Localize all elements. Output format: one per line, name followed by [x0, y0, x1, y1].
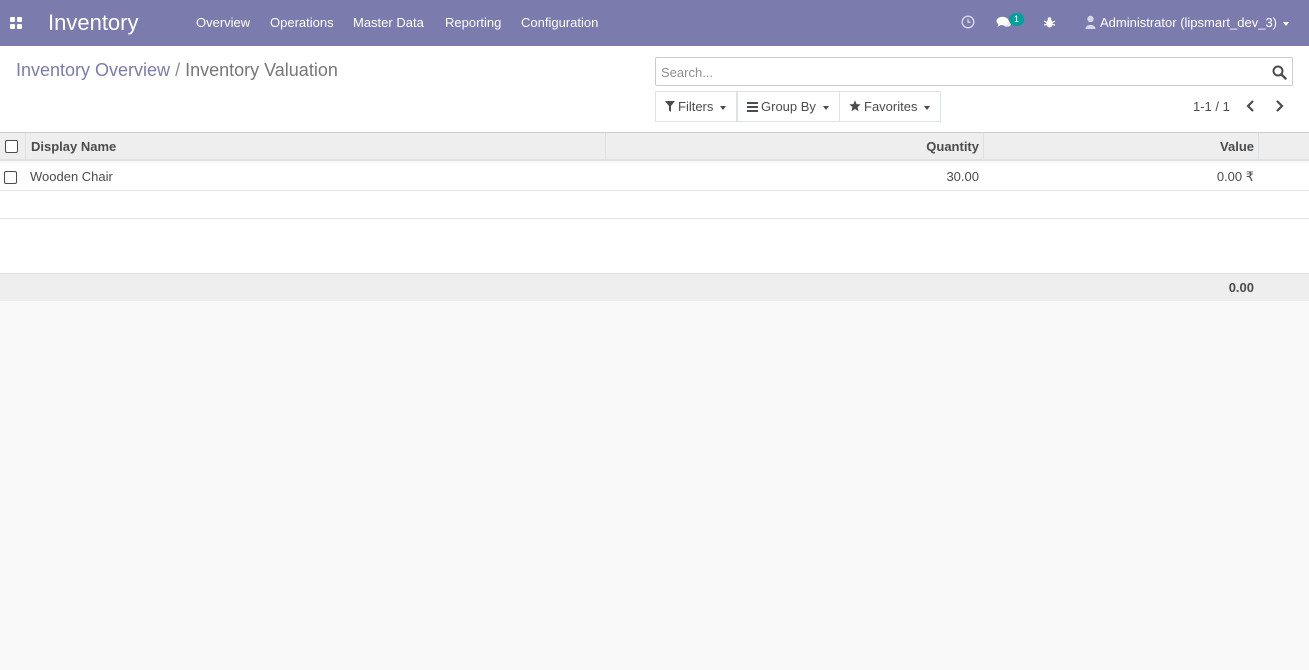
empty-row	[0, 191, 1309, 219]
footer-total-value: 0.00	[1228, 280, 1254, 295]
group-by-label: Group By	[761, 99, 816, 114]
column-header-quantity[interactable]: Quantity	[606, 133, 979, 161]
empty-row	[0, 246, 1309, 274]
empty-row	[0, 219, 1309, 247]
breadcrumb-parent-link[interactable]: Inventory Overview	[16, 60, 170, 80]
control-panel: Inventory Overview/Inventory Valuation F…	[0, 46, 1309, 133]
search-box	[655, 57, 1293, 86]
select-all-checkbox[interactable]	[5, 140, 18, 153]
user-avatar-icon	[1085, 15, 1096, 29]
column-header-value[interactable]: Value	[984, 133, 1254, 161]
pager-next-chevron-icon[interactable]	[1272, 98, 1286, 114]
menu-configuration[interactable]: Configuration	[521, 15, 598, 31]
menu-master-data[interactable]: Master Data	[353, 15, 424, 31]
menu-operations[interactable]: Operations	[270, 15, 334, 31]
pager-value[interactable]: 1-1 / 1	[1193, 99, 1230, 115]
group-by-button[interactable]: Group By	[737, 91, 840, 122]
favorites-label: Favorites	[864, 99, 918, 114]
apps-menu-icon[interactable]	[10, 17, 22, 29]
filters-caret-icon	[720, 105, 727, 110]
table-header: Display Name Quantity Value	[0, 133, 1309, 161]
favorites-star-icon	[849, 100, 861, 112]
favorites-button[interactable]: Favorites	[839, 91, 942, 122]
column-separator	[25, 133, 26, 161]
favorites-caret-icon	[924, 105, 931, 110]
breadcrumb-separator: /	[175, 60, 181, 80]
debug-bug-icon[interactable]	[1043, 16, 1056, 29]
column-separator	[1258, 133, 1259, 161]
user-name: Administrator (lipsmart_dev_3)	[1100, 15, 1278, 30]
row-quantity: 30.00	[946, 169, 979, 184]
column-header-display-name[interactable]: Display Name	[31, 133, 116, 161]
menu-overview[interactable]: Overview	[196, 15, 250, 31]
table-row[interactable]: Wooden Chair 30.00 0.00 ₹	[0, 163, 1309, 191]
activity-clock-icon[interactable]	[961, 15, 975, 29]
main-navbar: Inventory Overview Operations Master Dat…	[0, 0, 1309, 46]
row-display-name: Wooden Chair	[30, 169, 113, 184]
breadcrumb: Inventory Overview / Inventory Valuation	[16, 59, 338, 81]
filters-label: Filters	[678, 99, 714, 114]
user-caret-icon	[1283, 21, 1290, 26]
messages-count-badge: 1	[1009, 13, 1024, 26]
menu-reporting[interactable]: Reporting	[445, 15, 501, 31]
table-footer: 0.00	[0, 274, 1309, 301]
breadcrumb-current: Inventory Valuation	[185, 60, 338, 80]
search-input[interactable]	[661, 63, 1261, 81]
user-menu[interactable]: Administrator (lipsmart_dev_3)	[1085, 15, 1290, 31]
filters-button[interactable]: Filters	[655, 91, 738, 122]
filter-funnel-icon	[665, 101, 675, 112]
pager-previous-chevron-icon[interactable]	[1244, 98, 1258, 114]
group-by-caret-icon	[822, 105, 829, 110]
row-value: 0.00 ₹	[1216, 169, 1254, 184]
group-by-bars-icon	[747, 102, 758, 112]
row-checkbox[interactable]	[4, 171, 17, 184]
app-title[interactable]: Inventory	[48, 9, 139, 37]
search-icon[interactable]	[1272, 65, 1287, 80]
